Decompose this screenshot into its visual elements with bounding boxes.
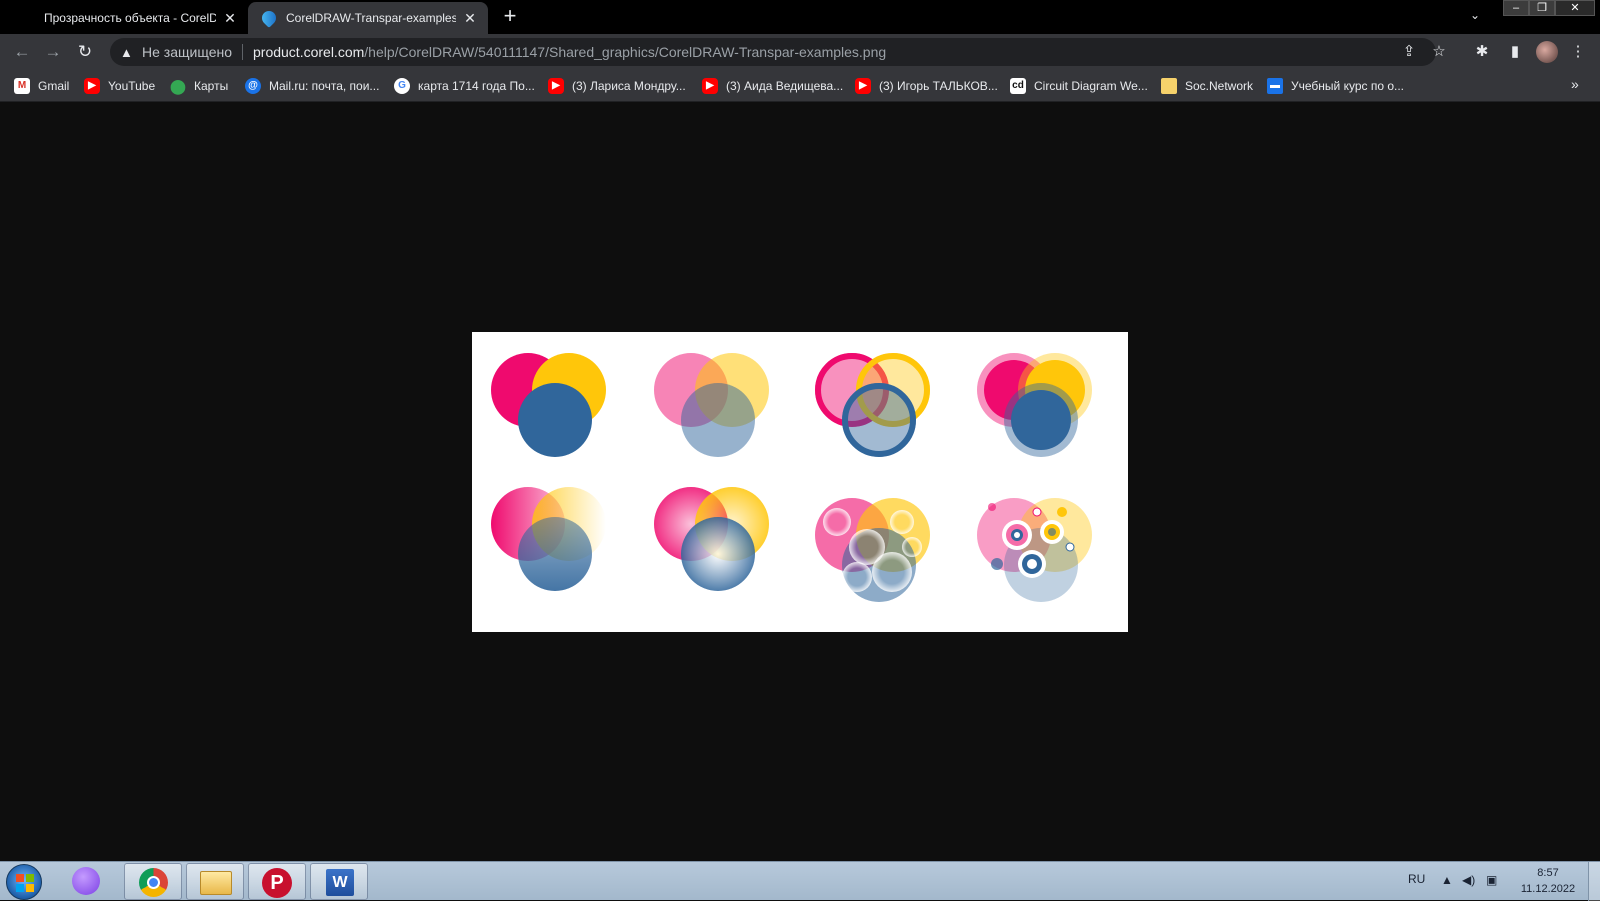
bookmark-label: Circuit Diagram We... — [1034, 79, 1148, 93]
close-window-button[interactable]: ✕ — [1555, 0, 1595, 16]
address-bar[interactable]: ▲ Не защищено product.corel.com/help/Cor… — [110, 38, 1446, 66]
menu-icon[interactable]: ⋮ — [1568, 42, 1588, 62]
example-texture-bubbles — [815, 498, 930, 602]
divider — [242, 44, 243, 60]
close-icon[interactable]: ✕ — [462, 10, 478, 26]
youtube-icon: ▶ — [84, 78, 100, 94]
maps-icon: ⬤ — [170, 78, 186, 94]
tab-title: Прозрачность объекта - CorelD — [44, 11, 216, 25]
bookmark-maps[interactable]: ⬤ Карты — [170, 77, 228, 95]
bookmark-youtube[interactable]: ▶ YouTube — [84, 77, 155, 95]
favicon-icon — [259, 8, 279, 28]
bookmark-larisa[interactable]: ▶ (3) Лариса Мондру... — [548, 77, 686, 95]
bookmark-map-1714[interactable]: G карта 1714 года По... — [394, 77, 535, 95]
tab-strip: Прозрачность объекта - CorelD ✕ CorelDRA… — [0, 0, 1600, 34]
example-outlined-fills — [977, 353, 1092, 457]
restore-button[interactable]: ❐ — [1529, 0, 1555, 16]
url-path[interactable]: /help/CorelDRAW/540111147/Shared_graphic… — [364, 44, 886, 60]
chevron-down-icon[interactable]: ⌄ — [1470, 8, 1480, 22]
close-icon[interactable]: ✕ — [222, 10, 238, 26]
bookmark-mailru[interactable]: @ Mail.ru: почта, пои... — [245, 77, 379, 95]
youtube-icon: ▶ — [702, 78, 718, 94]
examples-svg — [491, 353, 1092, 602]
circuit-icon: cd — [1010, 78, 1026, 94]
url-host[interactable]: product.corel.com — [253, 44, 364, 60]
example-pattern-dots — [977, 498, 1092, 602]
example-outline-rings — [815, 353, 930, 457]
transparency-examples-image — [472, 332, 1128, 632]
bookmark-label: Mail.ru: почта, пои... — [269, 79, 380, 93]
minimize-button[interactable]: – — [1503, 0, 1529, 16]
explorer-icon[interactable] — [186, 863, 244, 900]
bookmark-label: (3) Игорь ТАЛЬКОВ... — [879, 79, 998, 93]
more-bookmarks-icon[interactable]: » — [1571, 76, 1579, 92]
start-button[interactable] — [6, 864, 42, 900]
tab-title: CorelDRAW-Transpar-examples.p — [286, 11, 456, 25]
bookmark-label: (3) Лариса Мондру... — [572, 79, 686, 93]
youtube-icon: ▶ — [548, 78, 564, 94]
chrome-icon[interactable] — [124, 863, 182, 900]
bookmark-aida[interactable]: ▶ (3) Аида Ведищева... — [702, 77, 843, 95]
side-panel-icon[interactable]: ▮ — [1505, 42, 1525, 62]
bookmark-label: Gmail — [38, 79, 70, 93]
example-uniform-transparent — [654, 353, 769, 457]
tab-transpar-examples[interactable]: CorelDRAW-Transpar-examples.p ✕ — [248, 2, 488, 34]
p-app-icon[interactable]: P — [248, 863, 306, 900]
bookmark-label: Карты — [194, 79, 229, 93]
profile-avatar[interactable] — [1536, 41, 1558, 63]
bookmarks-bar: M Gmail ▶ YouTube ⬤ Карты @ Mail.ru: поч… — [0, 70, 1600, 102]
folder-icon — [1161, 78, 1177, 94]
example-linear-fade — [491, 487, 606, 591]
bookmark-socnetwork[interactable]: Soc.Network — [1161, 77, 1253, 95]
youtube-icon: ▶ — [855, 78, 871, 94]
back-arrow-icon[interactable]: ← — [11, 42, 33, 62]
security-label[interactable]: Не защищено — [142, 44, 232, 60]
tab-object-transparency[interactable]: Прозрачность объекта - CorelD ✕ — [30, 2, 248, 34]
word-icon[interactable]: W — [310, 863, 368, 900]
share-icon[interactable]: ⇪ — [1400, 43, 1418, 61]
gmail-icon: M — [14, 78, 30, 94]
browser-toolbar: ← → ↻ ▲ Не защищено product.corel.com/he… — [0, 34, 1600, 70]
tray-expand-icon[interactable]: ▲ — [1441, 873, 1453, 887]
clock-time: 8:57 — [1537, 867, 1559, 879]
bookmark-label: Учебный курс по о... — [1291, 79, 1405, 93]
bookmark-gmail[interactable]: M Gmail — [14, 77, 69, 95]
windows-taskbar: P W RU ▲ ◀) ▣ 8:57 11.12.2022 — [0, 861, 1600, 901]
bookmark-label: (3) Аида Ведищева... — [726, 79, 844, 93]
mailru-icon: @ — [245, 78, 261, 94]
example-radial-gradient — [654, 487, 769, 591]
bookmark-label: Soc.Network — [1185, 79, 1254, 93]
course-icon: ▬ — [1267, 78, 1283, 94]
star-icon[interactable]: ☆ — [1430, 43, 1448, 61]
bookmark-label: карта 1714 года По... — [418, 79, 535, 93]
reload-icon[interactable]: ↻ — [74, 42, 96, 62]
language-indicator[interactable]: RU — [1408, 872, 1425, 886]
volume-icon[interactable]: ◀) — [1462, 873, 1475, 887]
show-desktop-button[interactable] — [1588, 862, 1600, 901]
alice-icon[interactable] — [64, 863, 108, 900]
plus-icon[interactable]: + — [499, 5, 521, 28]
system-clock[interactable]: 8:57 11.12.2022 — [1510, 865, 1586, 897]
page-viewport — [0, 102, 1600, 861]
forward-arrow-icon[interactable]: → — [42, 42, 64, 62]
google-icon: G — [394, 78, 410, 94]
windows-logo-icon — [16, 874, 34, 892]
warning-icon[interactable]: ▲ — [120, 45, 136, 60]
bookmark-igor[interactable]: ▶ (3) Игорь ТАЛЬКОВ... — [855, 77, 998, 95]
bookmark-course[interactable]: ▬ Учебный курс по о... — [1267, 77, 1404, 95]
bookmark-circuit[interactable]: cd Circuit Diagram We... — [1010, 77, 1148, 95]
network-icon[interactable]: ▣ — [1486, 873, 1497, 887]
bookmark-label: YouTube — [108, 79, 156, 93]
example-uniform-solid — [491, 353, 606, 457]
extensions-icon[interactable]: ✱ — [1472, 42, 1492, 62]
clock-date: 11.12.2022 — [1520, 883, 1576, 895]
